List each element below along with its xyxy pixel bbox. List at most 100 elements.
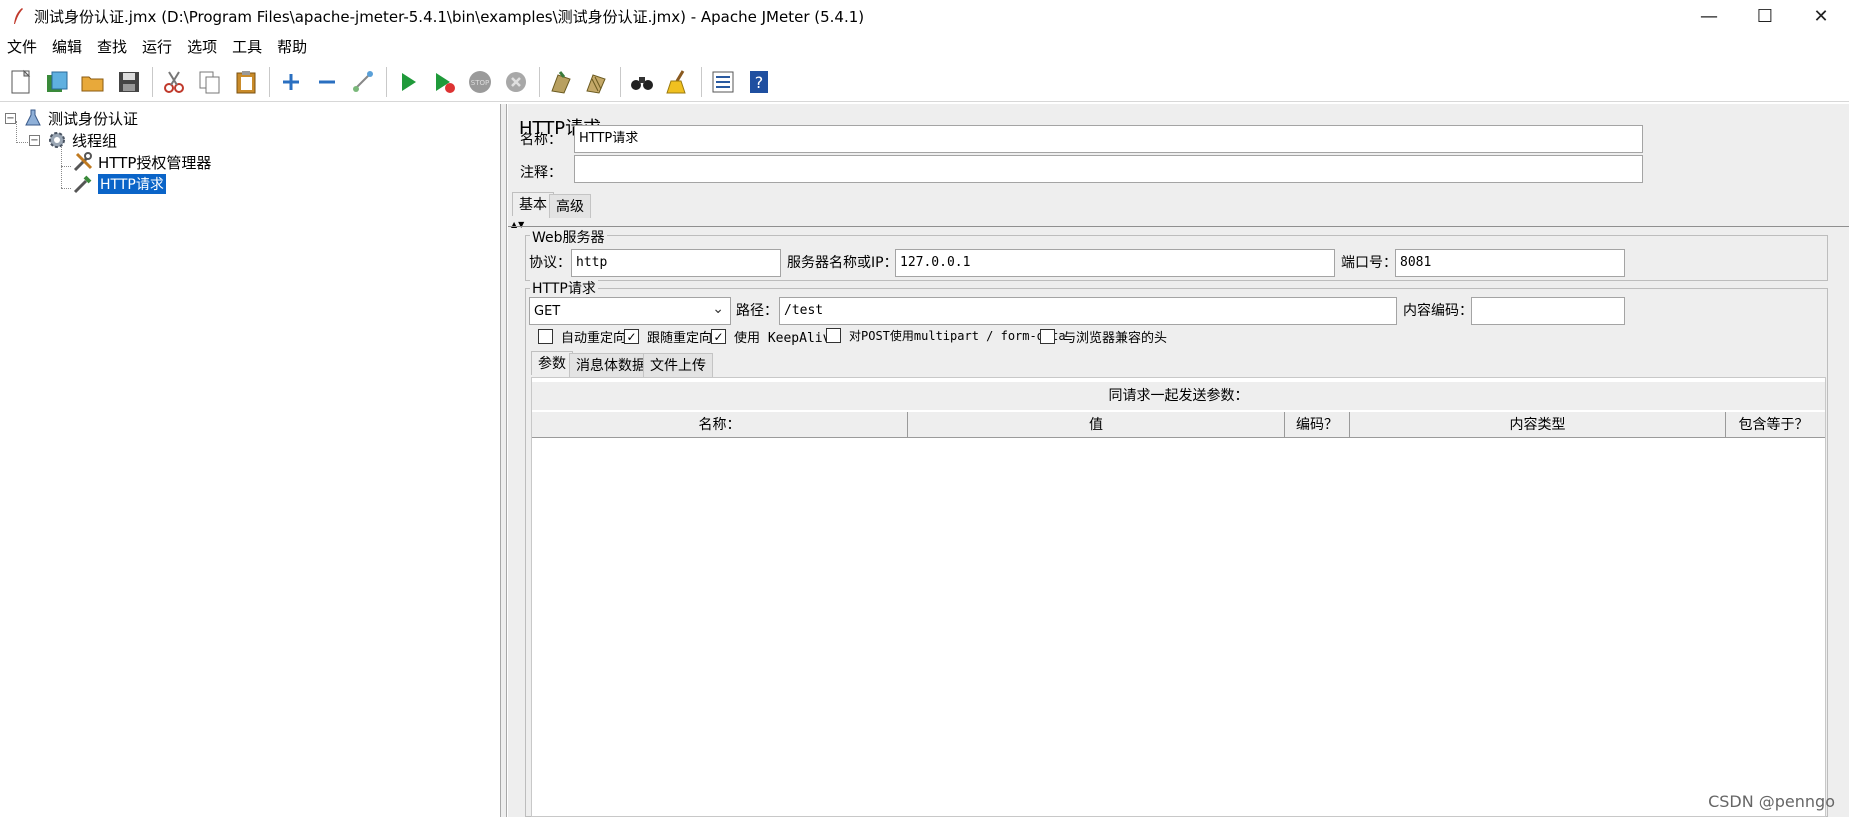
toggle-icon[interactable] bbox=[346, 65, 380, 99]
shutdown-icon[interactable] bbox=[499, 65, 533, 99]
tab-parameters[interactable]: 参数 bbox=[531, 351, 573, 375]
parameters-table[interactable]: 同请求一起发送参数： 名称： 值 编码？ 内容类型 包含等于？ bbox=[531, 377, 1826, 817]
menu-options[interactable]: 选项 bbox=[180, 34, 225, 60]
collapse-arrows-icon[interactable]: ▲▼ bbox=[511, 220, 525, 229]
svg-text:?: ? bbox=[755, 73, 764, 92]
window-title-bar: 测试身份认证.jmx (D:\Program Files\apache-jmet… bbox=[0, 0, 1849, 32]
checkbox-label: 自动重定向 bbox=[561, 331, 627, 346]
tab-advanced[interactable]: 高级 bbox=[549, 194, 591, 218]
tab-body-data[interactable]: 消息体数据 bbox=[569, 353, 653, 377]
tab-files-upload[interactable]: 文件上传 bbox=[643, 353, 713, 377]
function-helper-list-icon[interactable] bbox=[706, 65, 740, 99]
column-header-name[interactable]: 名称： bbox=[532, 412, 908, 438]
help-icon[interactable]: ? bbox=[742, 65, 776, 99]
copy-icon[interactable] bbox=[193, 65, 227, 99]
toolbar-separator bbox=[701, 66, 702, 97]
checkbox-unchecked-icon bbox=[826, 328, 841, 343]
minimize-button[interactable]: — bbox=[1681, 0, 1737, 32]
http-request-editor: HTTP请求 名称： HTTP请求 注释： ▲▼ 基本 高级 Web服务器 协议… bbox=[508, 104, 1849, 817]
tree-item-http-request[interactable]: HTTP请求 bbox=[72, 173, 166, 195]
keepalive-checkbox[interactable]: ✓ 使用 KeepAlive bbox=[711, 327, 838, 346]
auto-redirect-checkbox[interactable]: 自动重定向 bbox=[538, 327, 626, 346]
clear-all-icon[interactable] bbox=[580, 65, 614, 99]
tab-basic[interactable]: 基本 bbox=[512, 192, 554, 216]
toolbar-separator bbox=[269, 66, 270, 97]
tree-collapse-toggle[interactable]: − bbox=[5, 112, 16, 124]
http-request-group-title: HTTP请求 bbox=[530, 278, 598, 298]
menu-file[interactable]: 文件 bbox=[0, 34, 45, 60]
reset-search-broom-icon[interactable] bbox=[661, 65, 695, 99]
svg-text:STOP: STOP bbox=[471, 79, 489, 87]
follow-redirect-checkbox[interactable]: ✓ 跟随重定向 bbox=[624, 327, 712, 346]
menu-bar: 文件 编辑 查找 运行 选项 工具 帮助 bbox=[0, 34, 1849, 60]
toolbar-separator bbox=[152, 66, 153, 97]
start-icon[interactable] bbox=[391, 65, 425, 99]
comment-field[interactable] bbox=[574, 155, 1643, 183]
new-file-icon[interactable] bbox=[4, 65, 38, 99]
paste-icon[interactable] bbox=[229, 65, 263, 99]
column-header-content-type[interactable]: 内容类型 bbox=[1350, 412, 1726, 438]
method-select[interactable]: GET ⌄ bbox=[529, 297, 731, 325]
name-field[interactable]: HTTP请求 bbox=[574, 125, 1643, 153]
browser-compatible-headers-checkbox[interactable]: 与浏览器兼容的头 bbox=[1040, 327, 1167, 346]
jmeter-feather-icon bbox=[8, 6, 28, 26]
comment-label: 注释： bbox=[520, 165, 562, 181]
menu-edit[interactable]: 编辑 bbox=[45, 34, 90, 60]
menu-help[interactable]: 帮助 bbox=[270, 34, 315, 60]
cut-icon[interactable] bbox=[157, 65, 191, 99]
tree-label: 线程组 bbox=[72, 131, 118, 150]
multipart-checkbox[interactable]: 对POST使用multipart / form-data bbox=[826, 327, 1066, 344]
web-server-group-title: Web服务器 bbox=[530, 227, 607, 247]
menu-tools[interactable]: 工具 bbox=[225, 34, 270, 60]
encoding-field[interactable] bbox=[1471, 297, 1625, 325]
divider bbox=[508, 226, 1849, 227]
tree-label: 测试身份认证 bbox=[48, 109, 139, 128]
chevron-down-icon: ⌄ bbox=[712, 301, 724, 317]
collapse-all-icon[interactable] bbox=[310, 65, 344, 99]
checkbox-unchecked-icon bbox=[538, 329, 553, 344]
tree-connector bbox=[61, 188, 71, 189]
test-plan-tree: − 测试身份认证 − 线程组 HTTP授权管理器 HTTP请求 bbox=[0, 104, 501, 817]
server-field[interactable]: 127.0.0.1 bbox=[895, 249, 1335, 277]
path-label: 路径： bbox=[736, 303, 778, 319]
templates-icon[interactable] bbox=[40, 65, 74, 99]
menu-run[interactable]: 运行 bbox=[135, 34, 180, 60]
protocol-field[interactable]: http bbox=[571, 249, 781, 277]
menu-search[interactable]: 查找 bbox=[90, 34, 135, 60]
save-icon[interactable] bbox=[112, 65, 146, 99]
table-header: 名称： 值 编码？ 内容类型 包含等于？ bbox=[532, 412, 1825, 438]
checkbox-label: 跟随重定向 bbox=[647, 331, 713, 346]
start-no-pauses-icon[interactable] bbox=[427, 65, 461, 99]
column-header-include-equals[interactable]: 包含等于？ bbox=[1726, 412, 1821, 438]
search-binoculars-icon[interactable] bbox=[625, 65, 659, 99]
path-field[interactable]: /test bbox=[779, 297, 1397, 325]
close-button[interactable]: ✕ bbox=[1793, 0, 1849, 32]
clear-icon[interactable] bbox=[544, 65, 578, 99]
port-field[interactable]: 8081 bbox=[1395, 249, 1625, 277]
checkbox-label: 使用 KeepAlive bbox=[734, 331, 839, 346]
checkbox-checked-icon: ✓ bbox=[624, 329, 639, 344]
toolbar-separator bbox=[539, 66, 540, 97]
checkbox-label: 对POST使用multipart / form-data bbox=[849, 329, 1066, 343]
open-folder-icon[interactable] bbox=[76, 65, 110, 99]
column-header-encode[interactable]: 编码？ bbox=[1285, 412, 1350, 438]
stop-icon[interactable]: STOP bbox=[463, 65, 497, 99]
panel-splitter[interactable] bbox=[501, 104, 507, 817]
tree-collapse-toggle[interactable]: − bbox=[29, 134, 40, 146]
port-label: 端口号： bbox=[1341, 255, 1397, 271]
expand-all-icon[interactable] bbox=[274, 65, 308, 99]
tree-item-test-plan[interactable]: − 测试身份认证 bbox=[5, 107, 138, 129]
tools-wrench-icon bbox=[72, 151, 94, 173]
parameters-caption: 同请求一起发送参数： bbox=[532, 382, 1825, 410]
tree-connector bbox=[61, 166, 71, 167]
window-title: 测试身份认证.jmx (D:\Program Files\apache-jmet… bbox=[34, 7, 865, 26]
tree-item-thread-group[interactable]: − 线程组 bbox=[29, 129, 117, 151]
toolbar: STOP ? bbox=[0, 62, 1849, 102]
checkbox-label: 与浏览器兼容的头 bbox=[1063, 331, 1168, 346]
tree-item-auth-manager[interactable]: HTTP授权管理器 bbox=[72, 151, 211, 173]
protocol-label: 协议： bbox=[529, 255, 571, 271]
column-header-value[interactable]: 值 bbox=[908, 412, 1285, 438]
server-label: 服务器名称或IP： bbox=[787, 255, 898, 271]
checkbox-unchecked-icon bbox=[1040, 329, 1055, 344]
maximize-button[interactable]: ☐ bbox=[1737, 0, 1793, 32]
